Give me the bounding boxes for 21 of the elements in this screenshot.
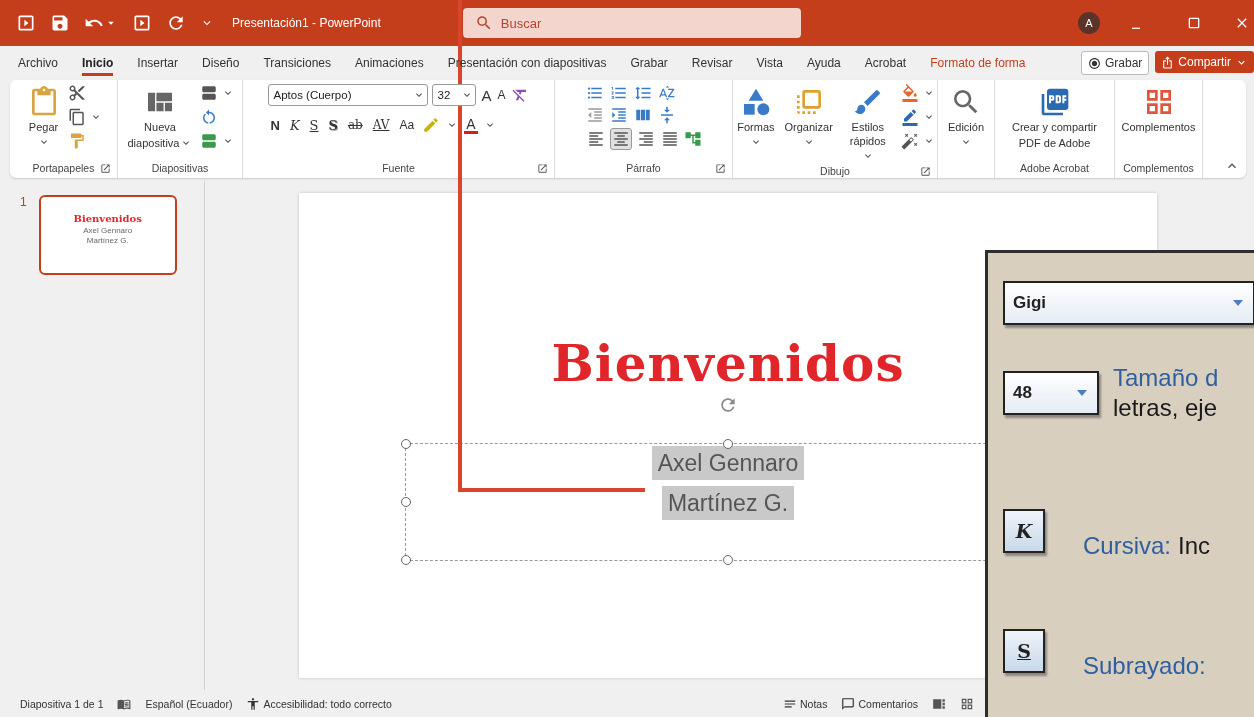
group-label: Complementos [1123,161,1194,176]
callout-text: Inc [1178,531,1211,561]
slide-count: Diapositiva 1 de 1 [20,697,104,710]
group-label: Portapapeles [32,161,95,176]
group-label: Adobe Acrobat [1020,161,1089,176]
subtitle-text: Axel Gennaro [651,446,805,480]
thumbnail-subtitle: Axel Gennaro [83,226,133,236]
callout-term: Tamaño d [1113,363,1219,393]
group-label: Párrafo [626,161,661,176]
slide-number: 1 [20,195,27,209]
thumbnail-title: Bienvenidos [73,213,142,224]
callout-term: Cursiva: [1083,531,1172,561]
window-title: Presentación1 - PowerPoint [232,16,381,30]
callout-text: letras, eje [1113,393,1219,423]
group-label: Diapositivas [151,161,209,176]
group-label: Fuente [382,161,415,176]
callout-term: Subrayado: [1083,651,1206,681]
thumbnail-subtitle: Martínez G. [86,236,129,246]
subtitle-text: Martínez G. [661,486,795,520]
slide-title: Bienvenidos [551,333,905,395]
group-label: Dibujo [820,164,850,179]
